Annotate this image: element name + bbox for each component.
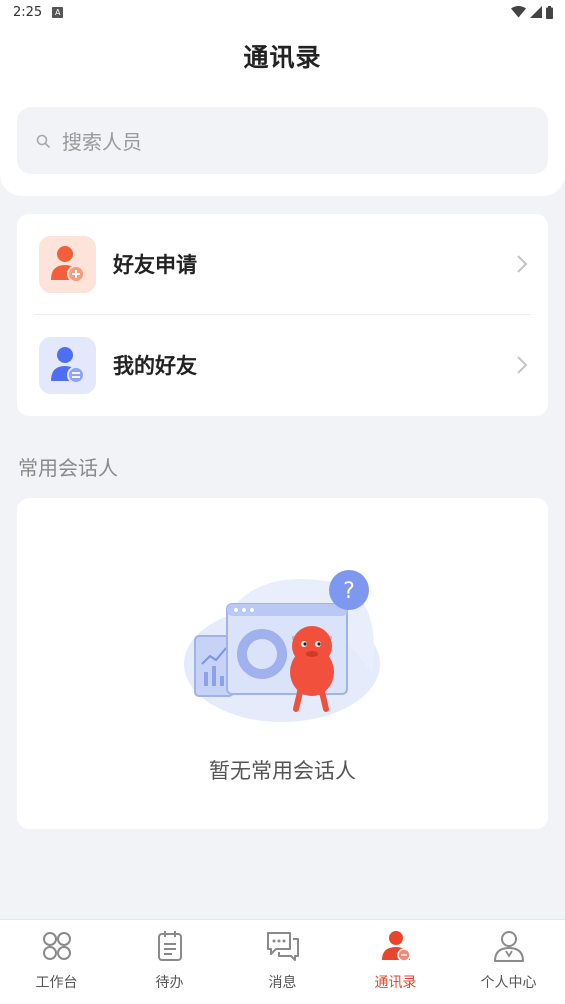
tab-contacts[interactable]: 通讯录 — [339, 920, 452, 1004]
chevron-right-icon — [517, 255, 528, 273]
friend-request-label: 好友申请 — [113, 253, 197, 277]
tab-todo[interactable]: 待办 — [113, 920, 226, 1004]
chevron-right-icon — [517, 356, 528, 374]
frequent-contacts-card: ? 暂无常用会话人 — [17, 498, 548, 829]
empty-state-illustration: ? — [184, 570, 380, 722]
search-input[interactable]: 搜索人员 — [17, 107, 548, 174]
message-icon — [266, 932, 299, 961]
status-bar: 2:25 A — [0, 0, 565, 24]
tab-label: 待办 — [155, 975, 184, 991]
tab-profile[interactable]: 个人中心 — [452, 920, 565, 1004]
wifi-icon — [511, 6, 526, 18]
page-title: 通讯录 — [243, 43, 322, 72]
profile-icon — [493, 931, 524, 962]
tab-label: 个人中心 — [480, 975, 537, 991]
todo-icon — [157, 931, 182, 961]
tab-label: 通讯录 — [374, 975, 417, 991]
tab-label: 消息 — [268, 975, 297, 991]
add-user-icon — [39, 235, 96, 293]
svg-text:?: ? — [343, 579, 355, 604]
my-friends-label: 我的好友 — [113, 354, 197, 378]
contacts-icon — [381, 931, 411, 962]
my-friends-row[interactable]: 我的好友 — [17, 315, 548, 415]
battery-icon — [546, 5, 553, 19]
empty-state-text: 暂无常用会话人 — [209, 759, 356, 783]
workbench-icon — [42, 932, 71, 960]
notification-icon: A — [52, 6, 64, 18]
friends-card: 好友申请 我的好友 — [17, 214, 548, 416]
friend-request-row[interactable]: 好友申请 — [17, 214, 548, 314]
signal-icon — [530, 6, 542, 18]
status-time: 2:25 — [13, 4, 43, 20]
search-icon — [36, 134, 50, 148]
friend-list-icon — [39, 336, 96, 394]
search-placeholder: 搜索人员 — [62, 130, 142, 154]
tab-messages[interactable]: 消息 — [226, 920, 339, 1004]
section-title: 常用会话人 — [18, 456, 118, 480]
tab-bar: 工作台 待办 消息 通讯录 个人中心 — [0, 919, 565, 1004]
tab-workbench[interactable]: 工作台 — [0, 920, 113, 1004]
tab-label: 工作台 — [35, 975, 78, 991]
header-panel: 通讯录 搜索人员 — [0, 24, 565, 196]
